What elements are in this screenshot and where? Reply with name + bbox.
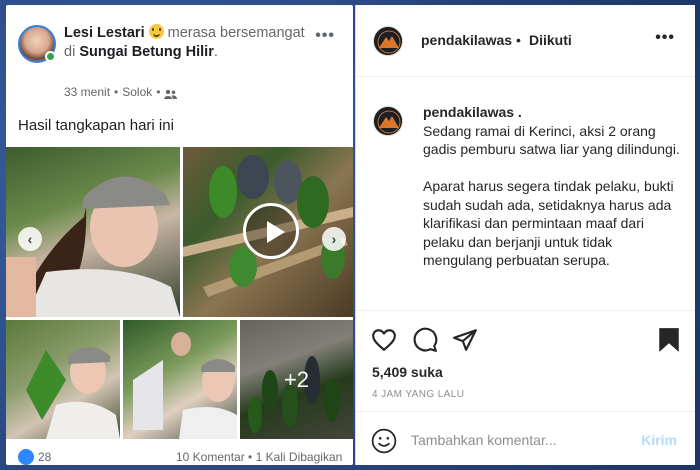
post-meta: 33 menit • Solok • xyxy=(64,85,178,99)
author-avatar[interactable] xyxy=(18,25,56,63)
post-time[interactable]: 33 menit xyxy=(64,85,110,99)
place-link[interactable]: Sungai Betung Hilir xyxy=(79,44,214,60)
account-username[interactable]: pendakilawas xyxy=(421,32,512,48)
more-options-icon[interactable]: ••• xyxy=(315,27,335,45)
author-name[interactable]: Lesi Lestari xyxy=(64,25,145,41)
add-comment-bar: Kirim xyxy=(356,411,695,465)
photo-selfie[interactable]: ‹ xyxy=(6,147,180,317)
photo-thumbnail-1[interactable] xyxy=(6,320,120,439)
meta-separator: • xyxy=(156,85,161,99)
like-reaction-icon[interactable] xyxy=(18,449,34,465)
post-caption: Hasil tangkapan hari ini xyxy=(18,117,174,134)
caption-area: pendakilawas . Sedang ramai di Kerinci, … xyxy=(356,78,695,310)
post-caption: pendakilawas . Sedang ramai di Kerinci, … xyxy=(423,103,681,270)
follow-status-button[interactable]: Diikuti xyxy=(529,32,572,48)
facebook-post: Lesi Lestari merasa bersemangat di Sunga… xyxy=(6,5,353,465)
play-video-button[interactable] xyxy=(243,203,299,259)
caption-text: Sedang ramai di Kerinci, aksi 2 orang ga… xyxy=(423,122,680,269)
next-photo-button[interactable]: › xyxy=(322,227,346,251)
post-comment-button[interactable]: Kirim xyxy=(641,432,677,448)
post-actions: 5,409 suka 4 JAM YANG LALU xyxy=(356,310,695,410)
comment-icon[interactable] xyxy=(412,327,438,353)
photo-grid: ‹ › +2 xyxy=(6,147,353,439)
comment-input[interactable] xyxy=(411,426,631,454)
bookmark-icon[interactable] xyxy=(656,327,682,353)
more-options-icon[interactable]: ••• xyxy=(655,29,675,47)
instagram-header: pendakilawas • Diikuti ••• xyxy=(356,5,695,77)
like-count[interactable]: 28 xyxy=(38,450,51,464)
smile-emoji-icon xyxy=(148,24,164,39)
more-photos-overlay[interactable]: +2 xyxy=(240,320,353,439)
post-location[interactable]: Solok xyxy=(122,85,152,99)
facebook-post-header: Lesi Lestari merasa bersemangat di Sunga… xyxy=(6,5,353,110)
post-reactions-bar: 28 10 Komentar • 1 Kali Dibagikan xyxy=(6,443,353,465)
heart-icon[interactable] xyxy=(371,327,397,353)
feeling-prefix: merasa xyxy=(167,25,217,41)
likes-count[interactable]: 5,409 suka xyxy=(372,364,443,380)
more-photos-count: +2 xyxy=(283,366,310,392)
photo-thumbnail-2[interactable] xyxy=(123,320,237,439)
caption-username[interactable]: pendakilawas . xyxy=(423,103,681,122)
friends-privacy-icon xyxy=(164,88,178,99)
place-suffix: . xyxy=(213,44,218,60)
share-icon[interactable] xyxy=(452,327,478,353)
online-status-icon xyxy=(45,51,56,62)
video-thumbnail[interactable]: › xyxy=(183,147,353,317)
photo-thumbnail-3[interactable]: +2 xyxy=(240,320,353,439)
post-author-line: Lesi Lestari merasa bersemangat di Sunga… xyxy=(64,24,314,62)
emoji-icon[interactable] xyxy=(371,428,397,454)
previous-photo-button[interactable]: ‹ xyxy=(18,227,42,251)
meta-separator: • xyxy=(114,85,119,99)
caption-avatar[interactable] xyxy=(373,106,403,136)
instagram-post-panel: pendakilawas • Diikuti ••• pendakilawas … xyxy=(355,5,695,465)
comment-share-stats[interactable]: 10 Komentar • 1 Kali Dibagikan xyxy=(176,450,342,464)
account-avatar[interactable] xyxy=(373,26,403,56)
post-timestamp[interactable]: 4 JAM YANG LALU xyxy=(372,389,464,400)
header-separator: • xyxy=(516,32,521,48)
